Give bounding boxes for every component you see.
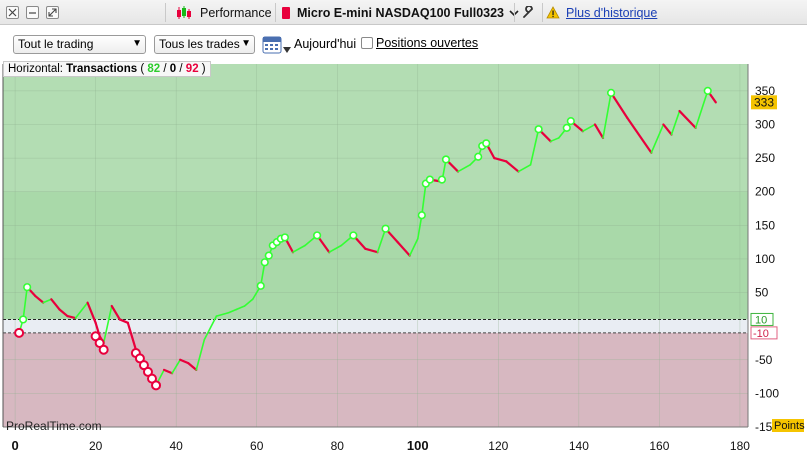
instrument-selector[interactable]: Micro E-mini NASDAQ100 Full0323 (281, 0, 520, 25)
win-marker (256, 281, 265, 290)
x-tick-label: 140 (569, 439, 589, 452)
negative-zone (3, 332, 748, 427)
win-marker (417, 211, 426, 220)
x-tick-label: 0 (11, 438, 18, 452)
win-marker (606, 88, 616, 98)
settings-wrench-button[interactable] (521, 0, 535, 25)
top-toolbar: Performance Micro E-mini NASDAQ100 Full0… (0, 0, 807, 25)
loss-marker (14, 327, 25, 338)
win-marker (474, 152, 483, 161)
more-history-link[interactable]: Plus d'historique (566, 6, 657, 20)
y-tick-label: 100 (755, 252, 775, 266)
y-tick-label: -100 (755, 386, 779, 400)
slash-2: / (179, 63, 183, 75)
close-box-icon[interactable] (6, 6, 19, 19)
zone-highlight (3, 64, 748, 192)
expand-box-icon[interactable] (46, 6, 59, 19)
trades-filter-value: Tous les trades (159, 37, 240, 51)
y-tick-label: 50 (755, 286, 769, 300)
instrument-name: Micro E-mini NASDAQ100 Full0323 (297, 5, 505, 20)
calendar-icon (262, 36, 282, 54)
loss-marker (98, 344, 109, 355)
y-tick-label: 300 (755, 118, 775, 132)
paren-open: ( (140, 63, 145, 75)
trading-filter-select[interactable]: Tout le trading ▼ (13, 35, 146, 54)
trading-filter-value: Tout le trading (18, 37, 94, 51)
win-marker (313, 231, 322, 240)
chevron-down-icon: ▼ (241, 38, 251, 49)
current-value-label: 333 (754, 95, 774, 109)
win-marker (441, 155, 451, 164)
win-marker (703, 86, 712, 95)
win-marker (264, 251, 273, 260)
win-marker (349, 231, 358, 240)
win-marker (425, 175, 434, 184)
y-tick-label: -50 (755, 353, 773, 367)
watermark: ProRealTime.com (6, 419, 102, 433)
neutral-count: 0 (169, 63, 177, 75)
paren-close: ) (201, 63, 206, 75)
slash-1: / (163, 63, 167, 75)
toolbar-separator (542, 3, 543, 22)
unit-label: Points (774, 420, 805, 432)
toolbar-separator (165, 3, 166, 22)
win-marker (280, 233, 289, 242)
x-tick-label: 120 (488, 439, 508, 452)
loss-marker (151, 380, 162, 391)
win-marker (482, 139, 491, 148)
neutral-zone (3, 319, 748, 333)
equity-chart[interactable]: 350 300 250 200 150 100 50 -50 -100 -15 0 20 40 60 80 1… (0, 61, 807, 453)
minimize-box-icon[interactable] (26, 6, 39, 19)
horizontal-prefix: Horizontal: (8, 63, 63, 75)
y-tick-label: 200 (755, 185, 775, 199)
chevron-down-icon: ▼ (132, 38, 142, 49)
x-tick-label: 20 (89, 439, 103, 452)
toolbar-separator (275, 3, 276, 22)
win-marker (566, 117, 575, 126)
win-marker (23, 283, 32, 292)
win-marker (381, 224, 390, 233)
open-positions-checkbox[interactable] (361, 37, 373, 49)
x-tick-label: 100 (407, 438, 429, 452)
y-tick-label: 250 (755, 151, 775, 165)
win-marker (562, 123, 571, 132)
filter-bar: Tout le trading ▼ Tous les trades ▼ Aujo… (0, 25, 807, 61)
chevron-down-icon (283, 47, 291, 53)
toolbar-separator (514, 3, 515, 22)
open-positions-label[interactable]: Positions ouvertes (376, 36, 478, 50)
horizontal-mode: Transactions (66, 63, 138, 75)
x-tick-label: 180 (730, 439, 750, 452)
x-tick-label: 60 (250, 439, 264, 452)
horizontal-axis-info: Horizontal: Transactions ( 82 / 0 / 92 ) (3, 61, 211, 77)
win-marker (534, 125, 543, 134)
warning-icon (546, 6, 560, 19)
window-controls (6, 0, 59, 25)
tag-icon (282, 6, 290, 19)
wrench-icon (523, 5, 533, 18)
candlestick-icon (177, 5, 191, 19)
upper-threshold-label: 10 (755, 314, 767, 326)
win-marker (19, 315, 28, 324)
x-tick-label: 80 (331, 439, 345, 452)
performance-button[interactable]: Performance (176, 0, 272, 25)
wins-count: 82 (147, 63, 161, 75)
date-label: Aujourd'hui (294, 37, 357, 51)
x-tick-label: 40 (169, 439, 183, 452)
date-picker-button[interactable]: Aujourd'hui (262, 34, 356, 54)
total-count: 92 (185, 63, 199, 75)
history-warning: Plus d'historique (546, 0, 657, 25)
x-tick-label: 160 (649, 439, 669, 452)
win-marker (260, 258, 269, 267)
performance-label: Performance (200, 5, 272, 20)
win-marker (437, 175, 447, 184)
y-tick-label: -15 (755, 420, 773, 434)
equity-chart-svg: 35030025020015010050-50-100-150 20 40 60 80 1… (2, 64, 805, 453)
trades-filter-select[interactable]: Tous les trades ▼ (154, 35, 255, 54)
lower-threshold-label: -10 (753, 328, 769, 340)
y-tick-label: 150 (755, 218, 775, 232)
